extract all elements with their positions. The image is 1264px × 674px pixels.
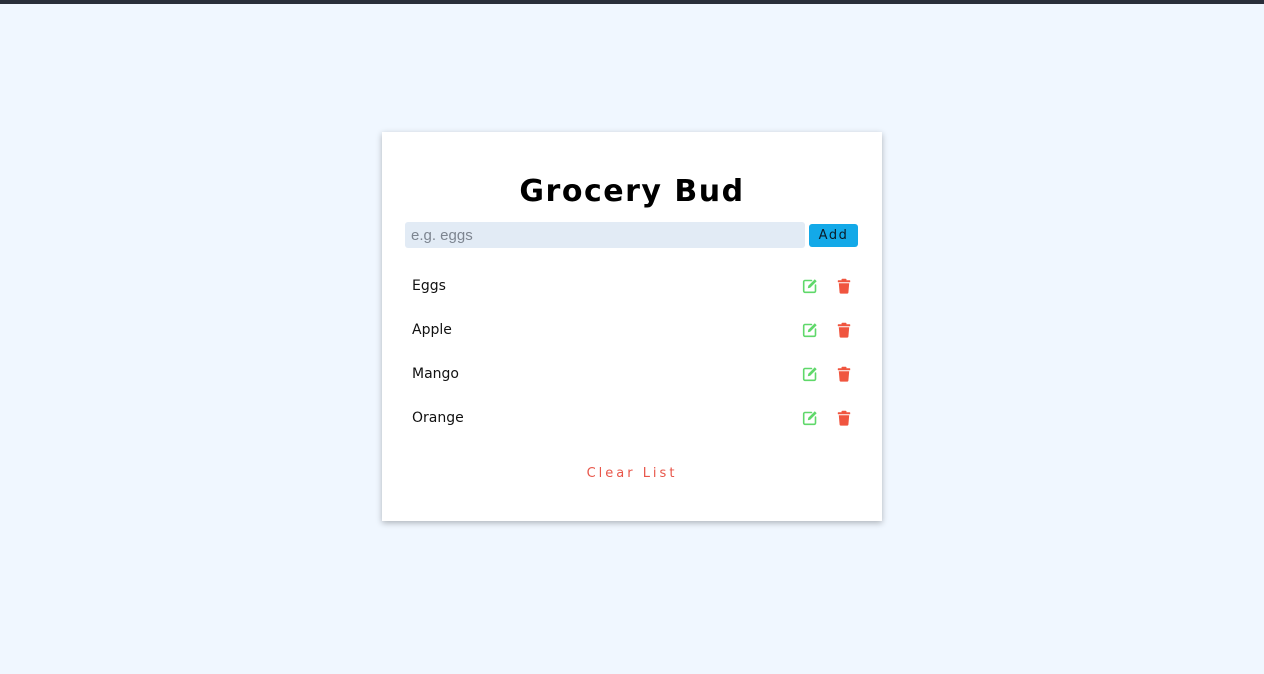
top-border [0, 0, 1264, 4]
trash-icon [837, 278, 851, 294]
edit-icon [802, 323, 817, 338]
delete-button[interactable] [836, 322, 852, 338]
grocery-list: Eggs Apple Mango Orange [412, 266, 858, 442]
edit-button[interactable] [802, 322, 818, 338]
edit-button[interactable] [802, 366, 818, 382]
page-title: Grocery Bud [519, 174, 745, 209]
edit-button[interactable] [802, 278, 818, 294]
trash-icon [837, 366, 851, 382]
clear-list-button[interactable]: Clear List [562, 466, 702, 481]
delete-button[interactable] [836, 410, 852, 426]
item-name: Orange [412, 410, 464, 426]
item-name: Mango [412, 366, 459, 382]
grocery-item: Orange [412, 398, 858, 442]
item-input[interactable] [405, 222, 805, 248]
edit-icon [802, 411, 817, 426]
trash-icon [837, 322, 851, 338]
grocery-card: Grocery Bud Add Eggs Apple [382, 132, 882, 521]
delete-button[interactable] [836, 366, 852, 382]
grocery-form: Add [405, 222, 858, 248]
edit-icon [802, 279, 817, 294]
grocery-item: Apple [412, 310, 858, 354]
trash-icon [837, 410, 851, 426]
edit-button[interactable] [802, 410, 818, 426]
grocery-item: Mango [412, 354, 858, 398]
add-button[interactable]: Add [809, 224, 858, 247]
item-name: Apple [412, 322, 452, 338]
item-name: Eggs [412, 278, 446, 294]
grocery-item: Eggs [412, 266, 858, 310]
delete-button[interactable] [836, 278, 852, 294]
edit-icon [802, 367, 817, 382]
